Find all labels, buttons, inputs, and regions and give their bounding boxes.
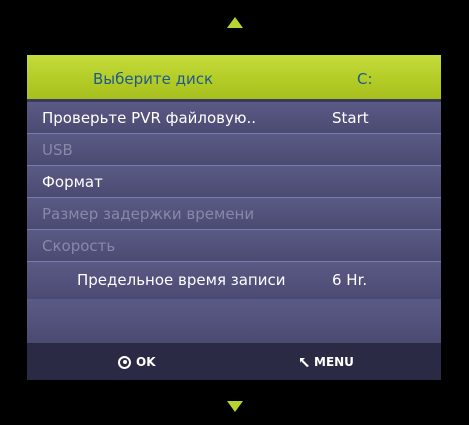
menu-item-label: Проверьте PVR файловую.. (42, 109, 257, 127)
menu-item-label: Скорость (42, 237, 116, 255)
menu-blank-area (27, 299, 441, 343)
select-disk-row[interactable]: Выберите диск C: (27, 55, 441, 102)
menu-item-record-limit[interactable]: Предельное время записи 6 Hr. (27, 262, 441, 299)
pvr-settings-menu: Выберите диск C: Проверьте PVR файловую.… (27, 55, 441, 380)
button-hint-bar: OK MENU (27, 343, 441, 380)
ok-label: OK (136, 355, 156, 369)
menu-item-label: Предельное время записи (77, 271, 286, 289)
menu-item-timeshift-size: Размер задержки времени (27, 198, 441, 230)
menu-item-speed: Скорость (27, 230, 441, 262)
select-disk-label: Выберите диск (93, 70, 214, 88)
scroll-up-arrow-icon[interactable] (226, 17, 243, 28)
ok-circle-icon (118, 355, 131, 369)
scroll-down-arrow-icon[interactable] (226, 401, 243, 412)
ok-button-hint[interactable]: OK (118, 353, 156, 371)
menu-item-label: Формат (42, 173, 103, 191)
menu-item-value: 6 Hr. (332, 271, 368, 289)
select-disk-value: C: (357, 70, 373, 88)
menu-label: MENU (314, 355, 354, 369)
menu-item-check-pvr[interactable]: Проверьте PVR файловую.. Start (27, 102, 441, 134)
menu-item-format[interactable]: Формат (27, 166, 441, 198)
menu-item-value: Start (332, 109, 369, 127)
menu-item-label: USB (42, 141, 73, 159)
menu-item-label: Размер задержки времени (42, 205, 255, 223)
back-arrow-icon (300, 357, 309, 367)
menu-item-usb: USB (27, 134, 441, 166)
menu-button-hint[interactable]: MENU (299, 353, 354, 371)
